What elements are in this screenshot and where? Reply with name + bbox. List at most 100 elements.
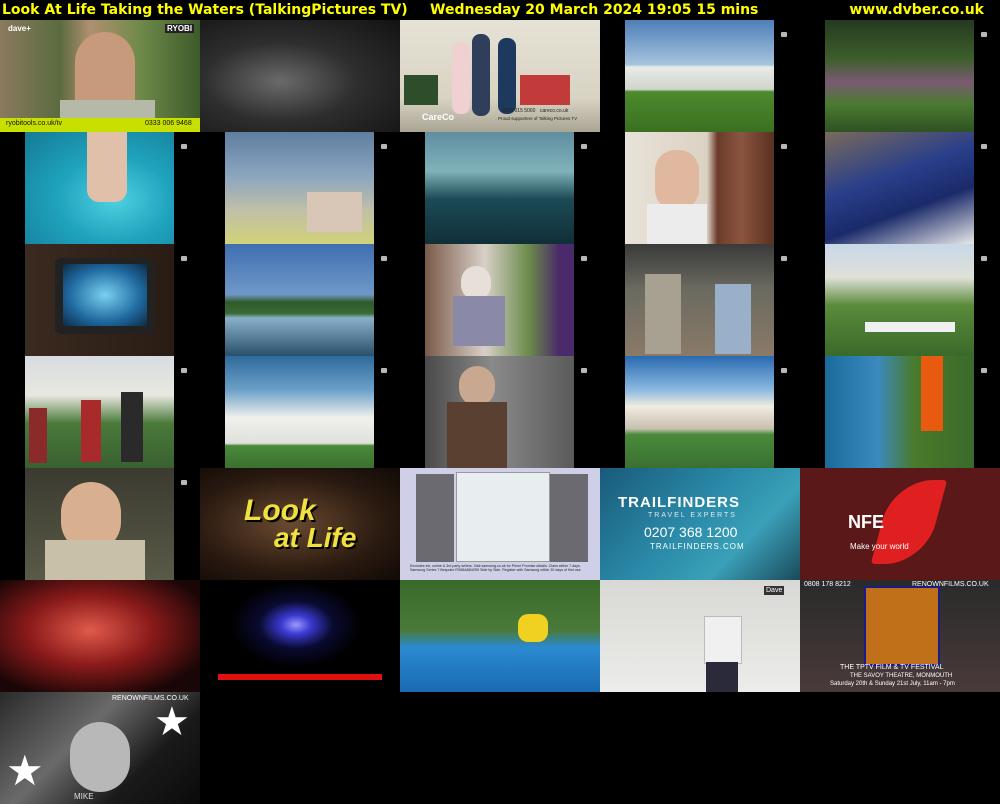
basketball-advert: Dave [600, 580, 800, 692]
thumbnail-16[interactable] [0, 356, 200, 468]
subtitle-icon [181, 480, 187, 485]
doctor-bookshelf [625, 132, 774, 244]
star-icon: ★ [154, 699, 190, 745]
thumbnail-22[interactable]: Look at Life [200, 468, 400, 580]
advert-url: ryobitools.co.uk/tv [6, 120, 63, 127]
thumbnail-28[interactable] [400, 580, 600, 692]
thumbnail-20[interactable] [800, 356, 1000, 468]
thumbnail-10[interactable] [800, 132, 1000, 244]
thumbnail-31[interactable]: ★ ★ RENOWNFILMS.CO.UK MIKE [0, 692, 200, 804]
subtitle-icon [981, 256, 987, 261]
careco-sponsor: Proud supporters of Talking Pictures TV [498, 116, 578, 121]
thumbnail-6[interactable] [0, 132, 200, 244]
woman-taps [425, 356, 574, 468]
thumbnail-19[interactable] [600, 356, 800, 468]
site-link[interactable]: www.dvber.co.uk [849, 1, 984, 19]
festival-advert: 0808 178 8212 RENOWNFILMS.CO.UK THE TPTV… [800, 580, 1000, 692]
programme-title[interactable]: Look At Life Taking the Waters (TalkingP… [2, 1, 408, 19]
thumbnail-5[interactable] [800, 20, 1000, 132]
thumbnail-11[interactable] [0, 244, 200, 356]
dark-scene [200, 20, 400, 132]
dave-logo: Dave [764, 586, 785, 595]
nfe-advert: NFE Make your world [800, 468, 1000, 580]
festival-web: RENOWNFILMS.CO.UK [912, 581, 989, 588]
thumbnail-14[interactable] [600, 244, 800, 356]
nfe-logo: NFE [848, 512, 884, 532]
family-children [25, 356, 174, 468]
careco-web: careco.co.uk [540, 108, 569, 114]
title-at-life: at Life [274, 522, 357, 553]
subtitle-icon [981, 368, 987, 373]
thumbnail-2[interactable] [200, 20, 400, 132]
spa-building-lawn [625, 20, 774, 132]
pool-wading [25, 132, 174, 244]
trailfinders-logo: TRAILFINDERS [618, 494, 740, 511]
careco-phone: 0333 015 5000 [502, 108, 536, 114]
woman-drinking [25, 468, 174, 580]
broadcast-datetime: Wednesday 20 March 2024 19:05 15 mins [430, 2, 759, 18]
subtitle-icon [581, 256, 587, 261]
thumbnail-9[interactable] [600, 132, 800, 244]
trailfinders-phone: 0207 368 1200 [644, 524, 738, 540]
fridge-small-print: Excludes ink, online & 3rd party sellers… [410, 564, 582, 572]
garden-tea [825, 244, 974, 356]
thumbnail-25[interactable]: NFE Make your world [800, 468, 1000, 580]
gardener-flowers [825, 20, 974, 132]
subtitle-icon [381, 256, 387, 261]
thumbnail-17[interactable] [200, 356, 400, 468]
subtitle-icon [381, 144, 387, 149]
pharmacy-counter [625, 244, 774, 356]
subtitle-icon [981, 32, 987, 37]
blue-light [200, 580, 400, 692]
thumbnail-4[interactable] [600, 20, 800, 132]
star-icon: ★ [6, 746, 44, 795]
trailfinders-web: TRAILFINDERS.COM [650, 542, 745, 551]
thumbnail-26[interactable] [0, 580, 200, 692]
look-at-life-titlecard: Look at Life [200, 468, 400, 580]
thumbnail-30[interactable]: 0808 178 8212 RENOWNFILMS.CO.UK THE TPTV… [800, 580, 1000, 692]
ryobi-advert: dave+ RYOBI ryobitools.co.uk/tv 0333 006… [0, 20, 200, 132]
advert-phone: 0333 006 9468 [145, 120, 192, 127]
thumbnail-1[interactable]: dave+ RYOBI ryobitools.co.uk/tv 0333 006… [0, 20, 200, 132]
trailfinders-tagline: TRAVEL EXPERTS [648, 512, 737, 519]
nfe-tagline: Make your world [850, 542, 909, 551]
thumbnail-21[interactable] [0, 468, 200, 580]
header-bar: Look At Life Taking the Waters (TalkingP… [0, 0, 1000, 20]
festival-venue: THE SAVOY THEATRE, MONMOUTH [850, 673, 953, 679]
white-buildings [225, 356, 374, 468]
thumbnail-12[interactable] [200, 244, 400, 356]
subtitle-icon [781, 256, 787, 261]
subtitle-icon [381, 368, 387, 373]
subtitle-icon [581, 144, 587, 149]
subtitle-icon [781, 144, 787, 149]
thumbnail-grid: dave+ RYOBI ryobitools.co.uk/tv 0333 006… [0, 20, 1000, 804]
table-tennis-advert [400, 580, 600, 692]
festival-name: THE TPTV FILM & TV FESTIVAL [840, 664, 944, 671]
thumbnail-24[interactable]: TRAILFINDERS TRAVEL EXPERTS 0207 368 120… [600, 468, 800, 580]
trailfinders-advert: TRAILFINDERS TRAVEL EXPERTS 0207 368 120… [600, 468, 800, 580]
renown-web: RENOWNFILMS.CO.UK [112, 695, 189, 702]
festival-dates: Saturday 20th & Sunday 21st July, 11am -… [830, 681, 955, 687]
patient-couch [825, 132, 974, 244]
subtitle-icon [981, 144, 987, 149]
renown-name: MIKE [74, 792, 94, 801]
channel-logo: dave+ [8, 24, 31, 33]
thumbnail-13[interactable] [400, 244, 600, 356]
thumbnail-29[interactable]: Dave [600, 580, 800, 692]
careco-logo: CareCo [422, 112, 455, 122]
subtitle-icon [181, 256, 187, 261]
festival-phone: 0808 178 8212 [804, 581, 851, 588]
red-nebula [0, 580, 200, 692]
thumbnail-7[interactable] [200, 132, 400, 244]
thumbnail-23[interactable]: Excludes ink, online & 3rd party sellers… [400, 468, 600, 580]
chalet-road [625, 356, 774, 468]
pool-handrail [825, 356, 974, 468]
fridge-advert: Excludes ink, online & 3rd party sellers… [400, 468, 600, 580]
subtitle-icon [181, 144, 187, 149]
thumbnail-8[interactable] [400, 132, 600, 244]
thumbnail-18[interactable] [400, 356, 600, 468]
thumbnail-15[interactable] [800, 244, 1000, 356]
lake-view [225, 244, 374, 356]
thumbnail-3[interactable]: CareCo 0333 015 5000 careco.co.uk Proud … [400, 20, 600, 132]
thumbnail-27[interactable] [200, 580, 400, 692]
